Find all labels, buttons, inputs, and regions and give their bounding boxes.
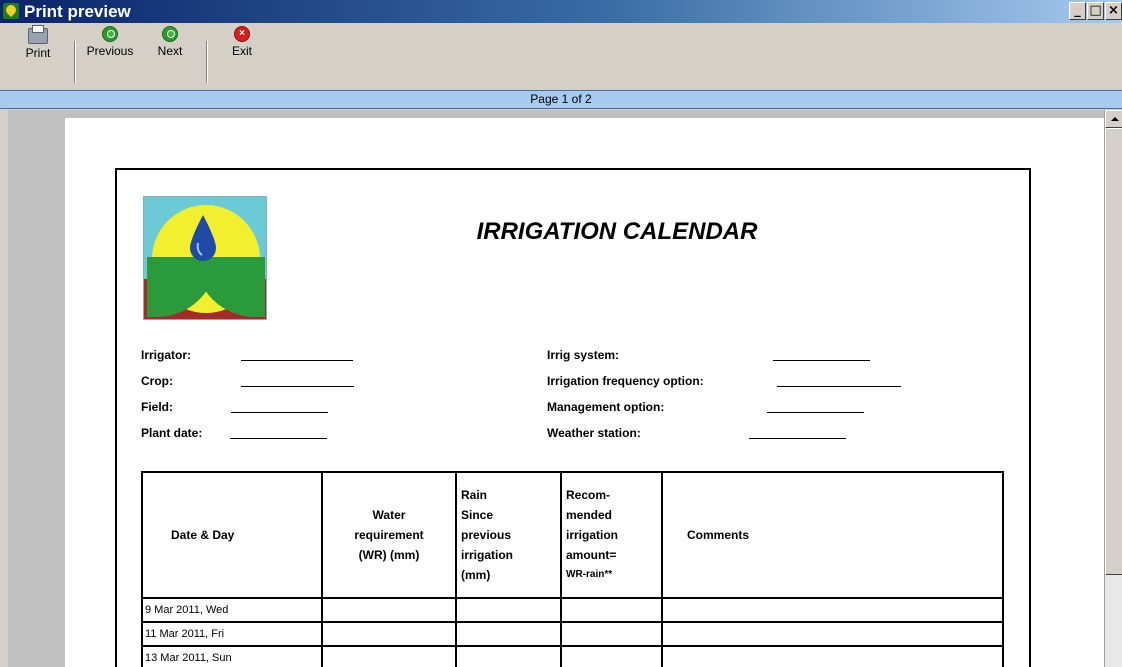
minimize-button[interactable]: _ [1069,2,1086,20]
exit-label: Exit [231,44,252,58]
exit-button[interactable]: × Exit [224,25,260,85]
vertical-scrollbar[interactable] [1104,110,1122,667]
previous-button[interactable]: Previous [84,25,136,85]
toolbar-separator [206,41,208,83]
print-button[interactable]: Print [20,25,56,87]
water-drop-icon [190,215,216,261]
scroll-up-icon[interactable] [1105,110,1122,128]
field-label-irrigator: Irrigator: [141,348,192,362]
exit-icon: × [234,26,250,42]
page-indicator: Page 1 of 2 [0,90,1122,109]
toolbar: Print Previous Next × Exit [0,23,1122,89]
scroll-thumb[interactable] [1105,128,1122,575]
field-label-frequency: Irrigation frequency option: [547,374,704,388]
header-water: Water requirement (WR) (mm) [321,471,457,599]
maximize-button[interactable]: □ [1087,2,1104,20]
field-line [241,386,354,387]
header-recommended: Recom- mended irrigation amount= WR-rain… [560,471,663,599]
header-comments: Comments [661,471,1004,599]
form-title: IRRIGATION CALENDAR [476,218,758,245]
field-label-field: Field: [141,400,173,414]
next-icon [162,26,178,42]
field-label-plant-date: Plant date: [141,426,203,440]
field-line [231,412,328,413]
preview-page: IRRIGATION CALENDAR Irrigator: Crop: Fie… [65,118,1104,667]
logo [143,196,267,320]
header-date: Date & Day [141,471,323,599]
field-label-management: Management option: [547,400,665,414]
title-bar: Print preview _ □ × [0,0,1122,23]
field-line [777,386,901,387]
printer-icon [28,25,48,44]
irrigation-table: Date & Day Water requirement (WR) (mm) R… [141,471,1004,667]
window-title: Print preview [24,2,131,21]
field-label-irrig-system: Irrig system: [547,348,620,362]
preview-area[interactable]: IRRIGATION CALENDAR Irrigator: Crop: Fie… [8,110,1104,667]
field-label-weather-station: Weather station: [547,426,641,440]
next-button[interactable]: Next [152,25,188,85]
app-icon [3,3,19,19]
field-line [230,438,327,439]
print-label: Print [25,46,51,60]
field-line [767,412,864,413]
row-date: 9 Mar 2011, Wed [141,597,323,623]
close-button[interactable]: × [1105,2,1122,20]
row-date: 11 Mar 2011, Fri [141,621,323,647]
table-header-row: Date & Day Water requirement (WR) (mm) R… [141,471,1004,599]
field-line [749,438,846,439]
field-line [773,360,870,361]
table-row: 11 Mar 2011, Fri [141,621,1004,647]
toolbar-separator [74,41,76,83]
previous-label: Previous [86,44,134,58]
field-label-crop: Crop: [141,374,173,388]
form-frame: IRRIGATION CALENDAR Irrigator: Crop: Fie… [115,168,1031,667]
table-row: 13 Mar 2011, Sun [141,645,1004,667]
field-line [241,360,353,361]
next-label: Next [157,44,183,58]
row-date: 13 Mar 2011, Sun [141,645,323,667]
header-rain: Rain Since previous irrigation (mm) [455,471,562,599]
previous-icon [102,26,118,42]
table-row: 9 Mar 2011, Wed [141,597,1004,623]
